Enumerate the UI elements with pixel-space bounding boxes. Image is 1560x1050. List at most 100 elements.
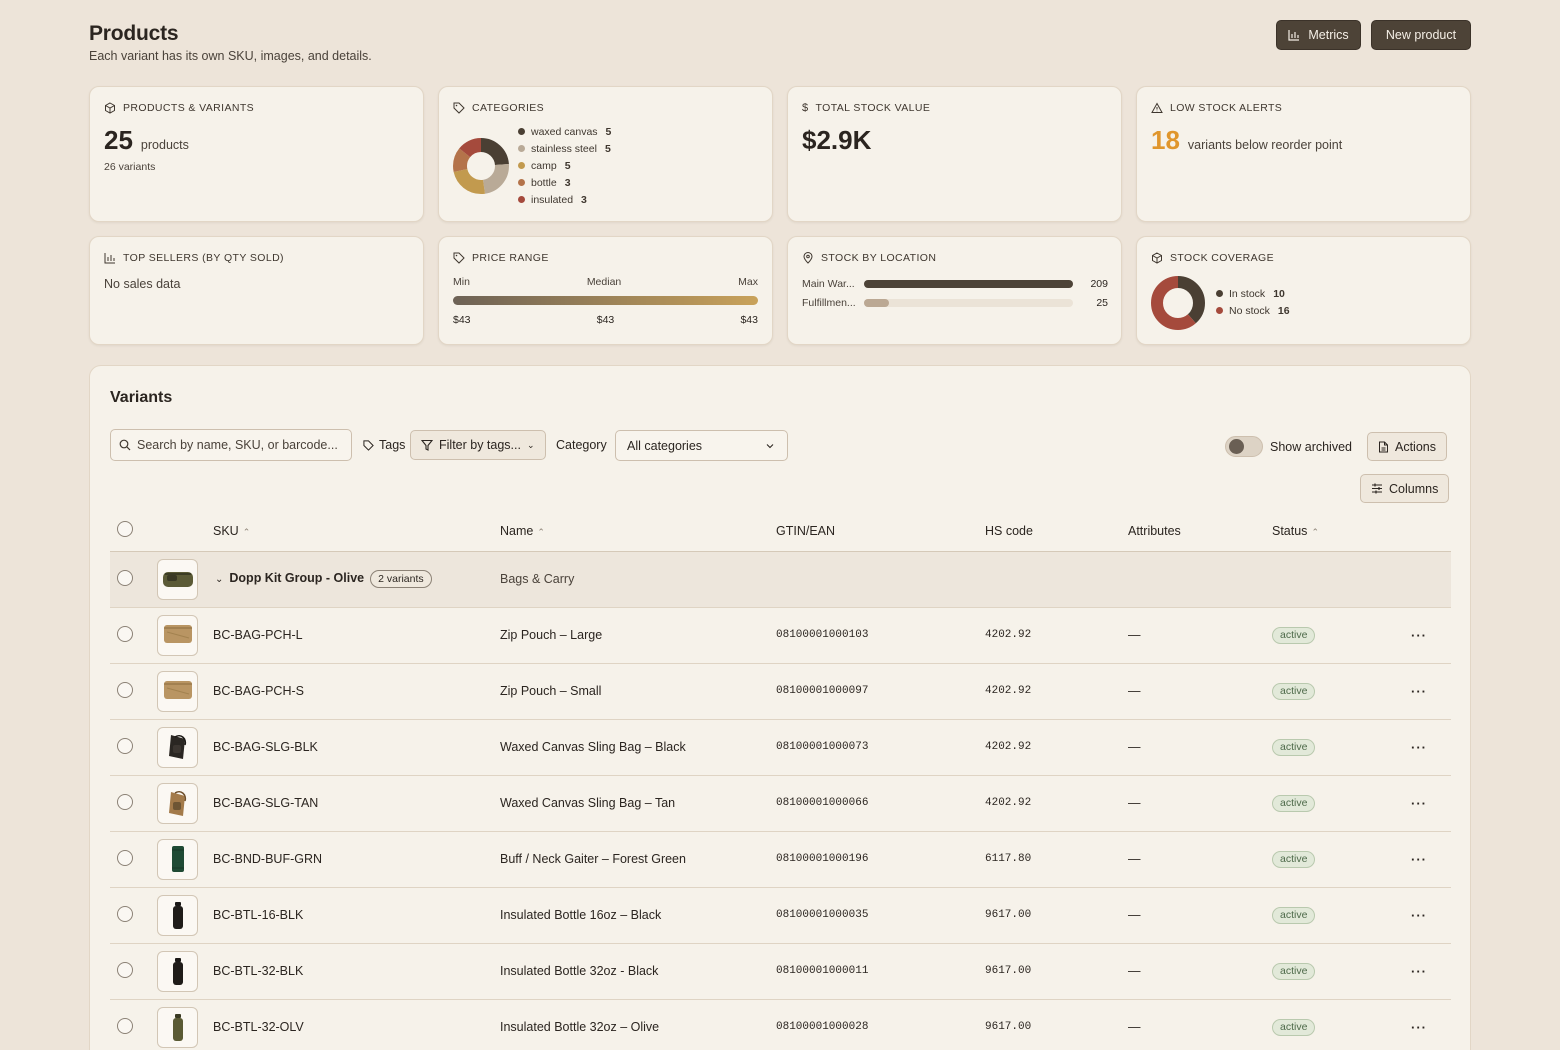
products-unit: products [140, 138, 189, 152]
row-sku: BC-BAG-SLG-BLK [213, 719, 500, 776]
product-thumbnail [157, 1006, 198, 1048]
row-attributes: — [1128, 775, 1272, 832]
row-more-menu-icon[interactable]: ··· [1411, 684, 1427, 699]
stock-coverage-label: STOCK COVERAGE [1170, 252, 1275, 264]
price-median: $43 [596, 314, 615, 326]
top-sellers-label: TOP SELLERS (BY QTY SOLD) [123, 252, 284, 264]
legend-name: No stock [1229, 304, 1270, 317]
product-image [168, 790, 186, 816]
variants-count: 26 variants [104, 161, 156, 173]
row-checkbox[interactable] [117, 793, 133, 810]
row-hs-code: 9617.00 [985, 999, 1128, 1050]
location-bar-fill [864, 298, 889, 307]
product-thumbnail [157, 894, 198, 936]
row-checkbox[interactable] [117, 737, 133, 754]
table-row[interactable]: BC-BND-BUF-GRN Buff / Neck Gaiter – Fores… [110, 831, 1451, 888]
row-attributes: — [1128, 943, 1272, 1000]
price-max: $43 [740, 314, 758, 326]
row-attributes: — [1128, 831, 1272, 888]
search-input[interactable] [137, 438, 337, 452]
row-name: Zip Pouch – Large [500, 607, 776, 664]
metrics-button-label: Metrics [1308, 28, 1349, 42]
row-sku: BC-BTL-32-BLK [213, 943, 500, 1000]
actions-button[interactable]: Actions [1367, 432, 1447, 461]
legend-dot [518, 145, 525, 152]
gtin-column-header[interactable]: GTIN/EAN [776, 511, 985, 552]
row-more-menu-icon[interactable]: ··· [1411, 796, 1427, 811]
categories-card-label: CATEGORIES [472, 102, 545, 114]
row-checkbox[interactable] [117, 681, 133, 698]
expand-chevron-icon[interactable]: ⌄ [215, 574, 223, 585]
row-checkbox[interactable] [117, 625, 133, 642]
product-image [163, 625, 192, 643]
name-column-header[interactable]: Name ⌃ [500, 511, 776, 552]
columns-button[interactable]: Columns [1360, 474, 1450, 503]
stock-location-bars: Main War... 209 Fulfillmen... 25 [802, 274, 1108, 312]
row-sku: BC-BAG-PCH-S [213, 663, 500, 720]
product-thumbnail [157, 726, 198, 768]
row-checkbox[interactable] [117, 569, 133, 586]
row-name: Waxed Canvas Sling Bag – Tan [500, 775, 776, 832]
select-all-checkbox[interactable] [117, 521, 133, 538]
table-row[interactable]: BC-BAG-SLG-BLK Waxed Canvas Sling Bag – B… [110, 719, 1451, 776]
page-title: Products [89, 22, 179, 45]
dollar-icon: $ [802, 102, 809, 114]
row-more-menu-icon[interactable]: ··· [1411, 852, 1427, 867]
group-row[interactable]: ⌄ Dopp Kit Group - Olive 2 variants Bags &… [110, 551, 1451, 608]
columns-label: Columns [1389, 481, 1439, 496]
new-product-button[interactable]: New product [1371, 20, 1471, 50]
tag-icon [453, 102, 465, 114]
row-more-menu-icon[interactable]: ··· [1411, 740, 1427, 755]
row-checkbox[interactable] [117, 961, 133, 978]
row-hs-code: 4202.92 [985, 775, 1128, 832]
row-gtin: 08100001000066 [776, 775, 985, 832]
warning-icon [1151, 102, 1163, 113]
location-row: Fulfillmen... 25 [802, 293, 1108, 312]
status-column-header[interactable]: Status ⌃ [1272, 511, 1411, 552]
table-row[interactable]: BC-BTL-32-BLK Insulated Bottle 32oz - Bla… [110, 943, 1451, 1000]
show-archived-toggle[interactable] [1225, 436, 1263, 457]
table-row[interactable]: BC-BAG-PCH-S Zip Pouch – Small 08100001000… [110, 663, 1451, 720]
products-count: 25 [104, 125, 133, 155]
row-more-menu-icon[interactable]: ··· [1411, 1020, 1427, 1035]
table-row[interactable]: BC-BAG-SLG-TAN Waxed Canvas Sling Bag – T… [110, 775, 1451, 832]
table-row[interactable]: BC-BTL-32-OLV Insulated Bottle 32oz – Oli… [110, 999, 1451, 1050]
row-checkbox[interactable] [117, 905, 133, 922]
table-row[interactable]: BC-BAG-PCH-L Zip Pouch – Large 08100001000… [110, 607, 1451, 664]
row-gtin: 08100001000028 [776, 999, 985, 1050]
row-hs-code: 4202.92 [985, 607, 1128, 664]
row-gtin: 08100001000196 [776, 831, 985, 888]
metrics-button[interactable]: Metrics [1276, 20, 1361, 50]
hs-column-header[interactable]: HS code [985, 511, 1128, 552]
row-more-menu-icon[interactable]: ··· [1411, 628, 1427, 643]
row-name: Insulated Bottle 16oz – Black [500, 887, 776, 944]
stock-value: $2.9K [802, 125, 872, 155]
categories-donut-chart [453, 138, 509, 194]
tag-icon [453, 252, 465, 264]
row-gtin: 08100001000035 [776, 887, 985, 944]
bar-chart-icon [104, 253, 115, 264]
product-image [172, 1014, 183, 1041]
row-name: Buff / Neck Gaiter – Forest Green [500, 831, 776, 888]
legend-dot [1216, 290, 1223, 297]
sku-column-header[interactable]: SKU ⌃ [213, 511, 500, 552]
categories-card: CATEGORIES waxed canvas 5 stainless steel 5… [438, 86, 773, 222]
show-archived-label: Show archived [1270, 440, 1352, 454]
category-select[interactable]: All categories [615, 430, 788, 461]
legend-name: insulated [531, 193, 574, 206]
row-sku: BC-BTL-16-BLK [213, 887, 500, 944]
row-checkbox[interactable] [117, 849, 133, 866]
status-badge: active [1272, 738, 1316, 756]
row-more-menu-icon[interactable]: ··· [1411, 908, 1427, 923]
filter-tags-label: Filter by tags... [439, 438, 521, 452]
table-row[interactable]: BC-BTL-16-BLK Insulated Bottle 16oz – Bla… [110, 887, 1451, 944]
row-checkbox[interactable] [117, 1017, 133, 1034]
attributes-column-header[interactable]: Attributes [1128, 511, 1272, 552]
coverage-legend-item: No stock 16 [1216, 302, 1290, 319]
search-box[interactable] [110, 429, 352, 461]
row-name: Insulated Bottle 32oz – Olive [500, 999, 776, 1050]
filter-tags-button[interactable]: Filter by tags... ⌄ [410, 430, 546, 460]
search-icon [119, 439, 131, 451]
legend-count: 5 [605, 125, 612, 138]
row-more-menu-icon[interactable]: ··· [1411, 964, 1427, 979]
